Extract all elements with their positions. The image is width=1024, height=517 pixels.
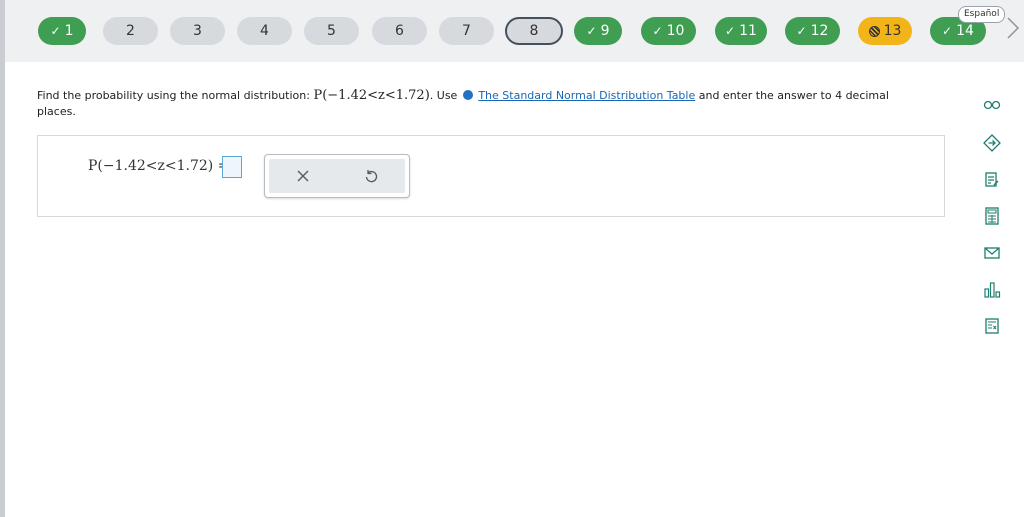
question-number: 12: [810, 23, 829, 39]
question-number: 13: [883, 23, 902, 39]
question-number: 4: [260, 23, 269, 39]
tool-palette-inner: [269, 159, 405, 193]
check-icon: ✓: [652, 24, 663, 38]
answer-input-box[interactable]: [222, 156, 242, 178]
check-icon: ✓: [50, 24, 61, 38]
formula-sheet-icon[interactable]: [978, 312, 1006, 340]
answer-equation: P(−1.42<z<1.72) =: [88, 158, 230, 174]
question-number: 10: [666, 23, 685, 39]
check-icon: ✓: [586, 24, 597, 38]
question-prompt: Find the probability using the normal di…: [37, 88, 917, 120]
normal-table-link[interactable]: The Standard Normal Distribution Table: [478, 89, 695, 102]
question-number: 3: [193, 23, 202, 39]
question-8-button[interactable]: 8: [505, 17, 563, 45]
check-icon: ✓: [796, 24, 807, 38]
question-11-button[interactable]: ✓ 11: [715, 17, 767, 45]
question-navigation-bar: ✓ 1 2 3 4 5 6 7 8 ✓ 9 ✓ 10 ✓ 11 ✓ 12 13 ✓ 14: [5, 0, 1024, 62]
compass-icon[interactable]: [978, 129, 1006, 157]
mail-icon[interactable]: [978, 239, 1006, 267]
question-5-button[interactable]: 5: [304, 17, 359, 45]
answer-panel: P(−1.42<z<1.72) =: [37, 135, 945, 217]
question-text: Find the probability using the normal di…: [37, 89, 314, 102]
notes-icon[interactable]: [978, 166, 1006, 194]
question-12-button[interactable]: ✓ 12: [785, 17, 840, 45]
question-text-use: . Use: [429, 89, 461, 102]
info-icon: [462, 90, 473, 100]
probability-expression: P(−1.42<z<1.72): [313, 88, 430, 103]
question-3-button[interactable]: 3: [170, 17, 225, 45]
question-number: 5: [327, 23, 336, 39]
bar-chart-icon[interactable]: [978, 276, 1006, 304]
question-number: 2: [126, 23, 135, 39]
question-number: 9: [600, 23, 610, 39]
x-icon[interactable]: [295, 168, 311, 184]
glasses-icon[interactable]: [978, 91, 1006, 119]
question-9-button[interactable]: ✓ 9: [574, 17, 622, 45]
question-7-button[interactable]: 7: [439, 17, 494, 45]
math-tool-palette: [264, 154, 410, 198]
undo-icon[interactable]: [363, 168, 379, 184]
question-4-button[interactable]: 4: [237, 17, 292, 45]
question-number: 8: [529, 23, 539, 39]
question-13-button[interactable]: 13: [858, 17, 912, 45]
question-number: 6: [395, 23, 404, 39]
question-2-button[interactable]: 2: [103, 17, 158, 45]
question-10-button[interactable]: ✓ 10: [641, 17, 696, 45]
question-number: 14: [956, 23, 974, 39]
partial-credit-icon: [868, 25, 880, 37]
chevron-right-icon[interactable]: [1004, 15, 1022, 41]
calculator-icon[interactable]: [978, 202, 1006, 230]
question-1-button[interactable]: ✓ 1: [38, 17, 86, 45]
question-6-button[interactable]: 6: [372, 17, 427, 45]
question-number: 7: [462, 23, 471, 39]
language-toggle-button[interactable]: Español: [958, 6, 1006, 23]
check-icon: ✓: [725, 24, 736, 38]
check-icon: ✓: [942, 24, 953, 38]
question-number: 11: [739, 23, 757, 39]
left-edge-strip: [0, 0, 5, 517]
question-number: 1: [64, 23, 74, 39]
